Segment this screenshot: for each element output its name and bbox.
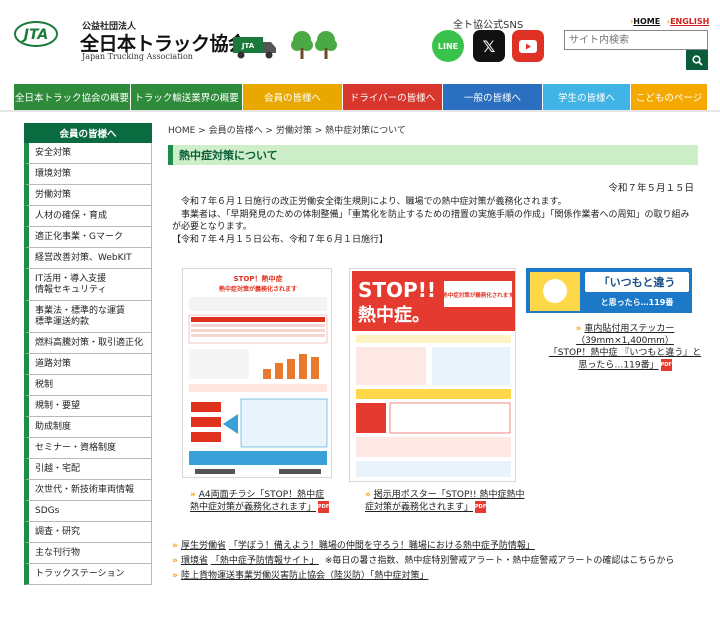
sidebar-item[interactable]: 税制: [24, 375, 152, 396]
flyer-title: STOP！熱中症: [234, 274, 283, 283]
sidebar-item[interactable]: IT活用・導入支援 情報セキュリティ: [24, 269, 152, 301]
sidebar-item[interactable]: 安全対策: [24, 143, 152, 164]
poster-sub: 熱中症対策が義務化されます: [442, 291, 514, 299]
sticker-text-2: と思ったら…119番: [601, 297, 675, 307]
sidebar-item[interactable]: セミナー・資格制度: [24, 438, 152, 459]
link-source[interactable]: 厚生労働省: [181, 541, 226, 551]
sidebar: 会員の皆様へ 安全対策 環境対策 労働対策 人材の確保・育成 適正化事業・Gマーク 経営改…: [24, 123, 152, 585]
main-content: HOME > 会員の皆様へ > 労働対策 > 熱中症対策について 熱中症対策につ…: [168, 123, 698, 245]
link-source[interactable]: 環境省: [181, 556, 208, 566]
sidebar-item[interactable]: 規制・要望: [24, 396, 152, 417]
sidebar-item[interactable]: 道路対策: [24, 354, 152, 375]
english-link[interactable]: ENGLISH: [670, 17, 709, 26]
sns-title: 全ト協公式SNS: [453, 20, 524, 31]
youtube-icon[interactable]: [512, 30, 544, 62]
related-links: » 厚生労働省 「学ぼう！備えよう！職場の仲間を守ろう！職場における熱中症予防情…: [172, 539, 702, 584]
link-text[interactable]: 「熱中症予防情報サイト」: [211, 556, 319, 566]
search-input[interactable]: [564, 30, 708, 50]
sticker-text: 「いつもと違う: [599, 275, 676, 289]
site-header: JTA 公益社団法人 全日本トラック協会 Japan Trucking Asso…: [0, 0, 720, 82]
sidebar-item[interactable]: 事業法・標準的な運賃 標準運送約款: [24, 301, 152, 333]
nav-item[interactable]: こどものページ: [631, 84, 708, 110]
sidebar-item[interactable]: トラックステーション: [24, 564, 152, 585]
sidebar-item[interactable]: 調査・研究: [24, 522, 152, 543]
sidebar-item[interactable]: 次世代・新技術車両情報: [24, 480, 152, 501]
page-title: 熱中症対策について: [168, 145, 698, 165]
nav-item[interactable]: 全日本トラック協会の概要: [14, 84, 131, 110]
svg-text:JTA: JTA: [241, 42, 255, 50]
nav-item[interactable]: 一般の皆様へ: [443, 84, 543, 110]
sidebar-title: 会員の皆様へ: [24, 123, 152, 143]
sidebar-item[interactable]: 助成制度: [24, 417, 152, 438]
poster-caption[interactable]: » 掲示用ポスター「STOP!! 熱中症熱中症対策が義務化されます」 PDF: [365, 489, 525, 514]
search-button[interactable]: [686, 50, 708, 70]
pdf-icon: PDF: [660, 359, 672, 371]
sticker-caption[interactable]: » 車内貼付用ステッカー （39mm×1,400mm） 「STOP！熱中症 『い…: [545, 323, 705, 372]
poster-thumbnail[interactable]: STOP!! 熱中症。 熱中症対策が義務化されます: [349, 268, 516, 482]
nav-item[interactable]: ドライバーの皆様へ: [343, 84, 443, 110]
related-link[interactable]: » 環境省 「熱中症予防情報サイト」 ※毎日の暑さ指数、熱中症特別警戒アラート・熱…: [172, 554, 702, 569]
flyer-caption[interactable]: » A4両面チラシ「STOP！熱中症熱中症対策が義務化されます」 PDF: [190, 489, 332, 514]
publish-date: 令和７年５月１５日: [608, 183, 694, 194]
sidebar-item[interactable]: 人材の確保・育成: [24, 206, 152, 227]
truck-icon: JTA: [233, 37, 276, 59]
sticker-thumbnail[interactable]: 「いつもと違う と思ったら…119番: [526, 268, 692, 313]
body-text: 令和７年６月１日施行の改正労働安全衛生規則により、職場での熱中症対策が義務化され…: [172, 196, 696, 246]
sidebar-item[interactable]: 引越・宅配: [24, 459, 152, 480]
nav-item[interactable]: トラック輸送業界の概要: [131, 84, 243, 110]
pdf-icon: PDF: [475, 501, 486, 513]
related-link[interactable]: » 厚生労働省 「学ぼう！備えよう！職場の仲間を守ろう！職場における熱中症予防情…: [172, 539, 702, 554]
sidebar-item[interactable]: 経営改善対策、WebKIT: [24, 248, 152, 269]
sidebar-item[interactable]: 主な刊行物: [24, 543, 152, 564]
paragraph: 事業者は、「早期発見のための体制整備」「重篤化を防止するための措置の実施手順の作…: [172, 209, 690, 233]
sidebar-item[interactable]: 環境対策: [24, 164, 152, 185]
home-link[interactable]: HOME: [633, 17, 660, 26]
main-nav: 全日本トラック協会の概要 トラック輸送業界の概要 会員の皆様へ ドライバーの皆様へ 一般…: [14, 84, 708, 110]
logo-letters: JTA: [21, 27, 49, 43]
link-text[interactable]: 陸上貨物運送事業労働災害防止協会（陸災防）「熱中症対策」: [181, 571, 429, 581]
related-link[interactable]: » 陸上貨物運送事業労働災害防止協会（陸災防）「熱中症対策」: [172, 569, 702, 584]
sidebar-item[interactable]: 労働対策: [24, 185, 152, 206]
flyer-subtitle: 熱中症対策が義務化されます: [219, 285, 297, 293]
org-name-en: Japan Trucking Association: [82, 52, 193, 61]
link-note: ※毎日の暑さ指数、熱中症特別警戒アラート・熱中症警戒アラートの確認はこちらから: [324, 556, 675, 566]
sidebar-item[interactable]: SDGs: [24, 501, 152, 522]
sidebar-item[interactable]: 燃料高騰対策・取引適正化: [24, 333, 152, 354]
nav-item[interactable]: 会員の皆様へ: [243, 84, 343, 110]
flyer-thumbnail[interactable]: STOP！熱中症 熱中症対策が義務化されます: [182, 268, 332, 478]
search-icon: [691, 54, 703, 66]
paragraph: 令和７年６月１日施行の改正労働安全衛生規則により、職場での熱中症対策が義務化され…: [181, 197, 567, 207]
paragraph: 【令和７年４月１５日公布、令和７年６月１日施行】: [172, 234, 389, 245]
link-text[interactable]: 「学ぼう！備えよう！職場の仲間を守ろう！職場における熱中症予防情報」: [229, 541, 535, 551]
top-links: ›HOME ›ENGLISH: [630, 17, 710, 26]
poster-big-text: STOP!!: [358, 278, 436, 302]
nav-divider: [0, 110, 720, 112]
tree-icon: [291, 31, 313, 59]
line-icon[interactable]: LINE: [432, 30, 464, 62]
breadcrumb[interactable]: HOME > 会員の皆様へ > 労働対策 > 熱中症対策について: [168, 123, 698, 136]
tree-icon: [315, 31, 337, 59]
nav-item[interactable]: 学生の皆様へ: [543, 84, 631, 110]
x-icon[interactable]: 𝕏: [473, 30, 505, 62]
poster-big-text-2: 熱中症。: [358, 304, 430, 326]
pdf-icon: PDF: [318, 501, 329, 513]
jta-logo-icon[interactable]: JTA: [14, 20, 58, 48]
sidebar-item[interactable]: 適正化事業・Gマーク: [24, 227, 152, 248]
